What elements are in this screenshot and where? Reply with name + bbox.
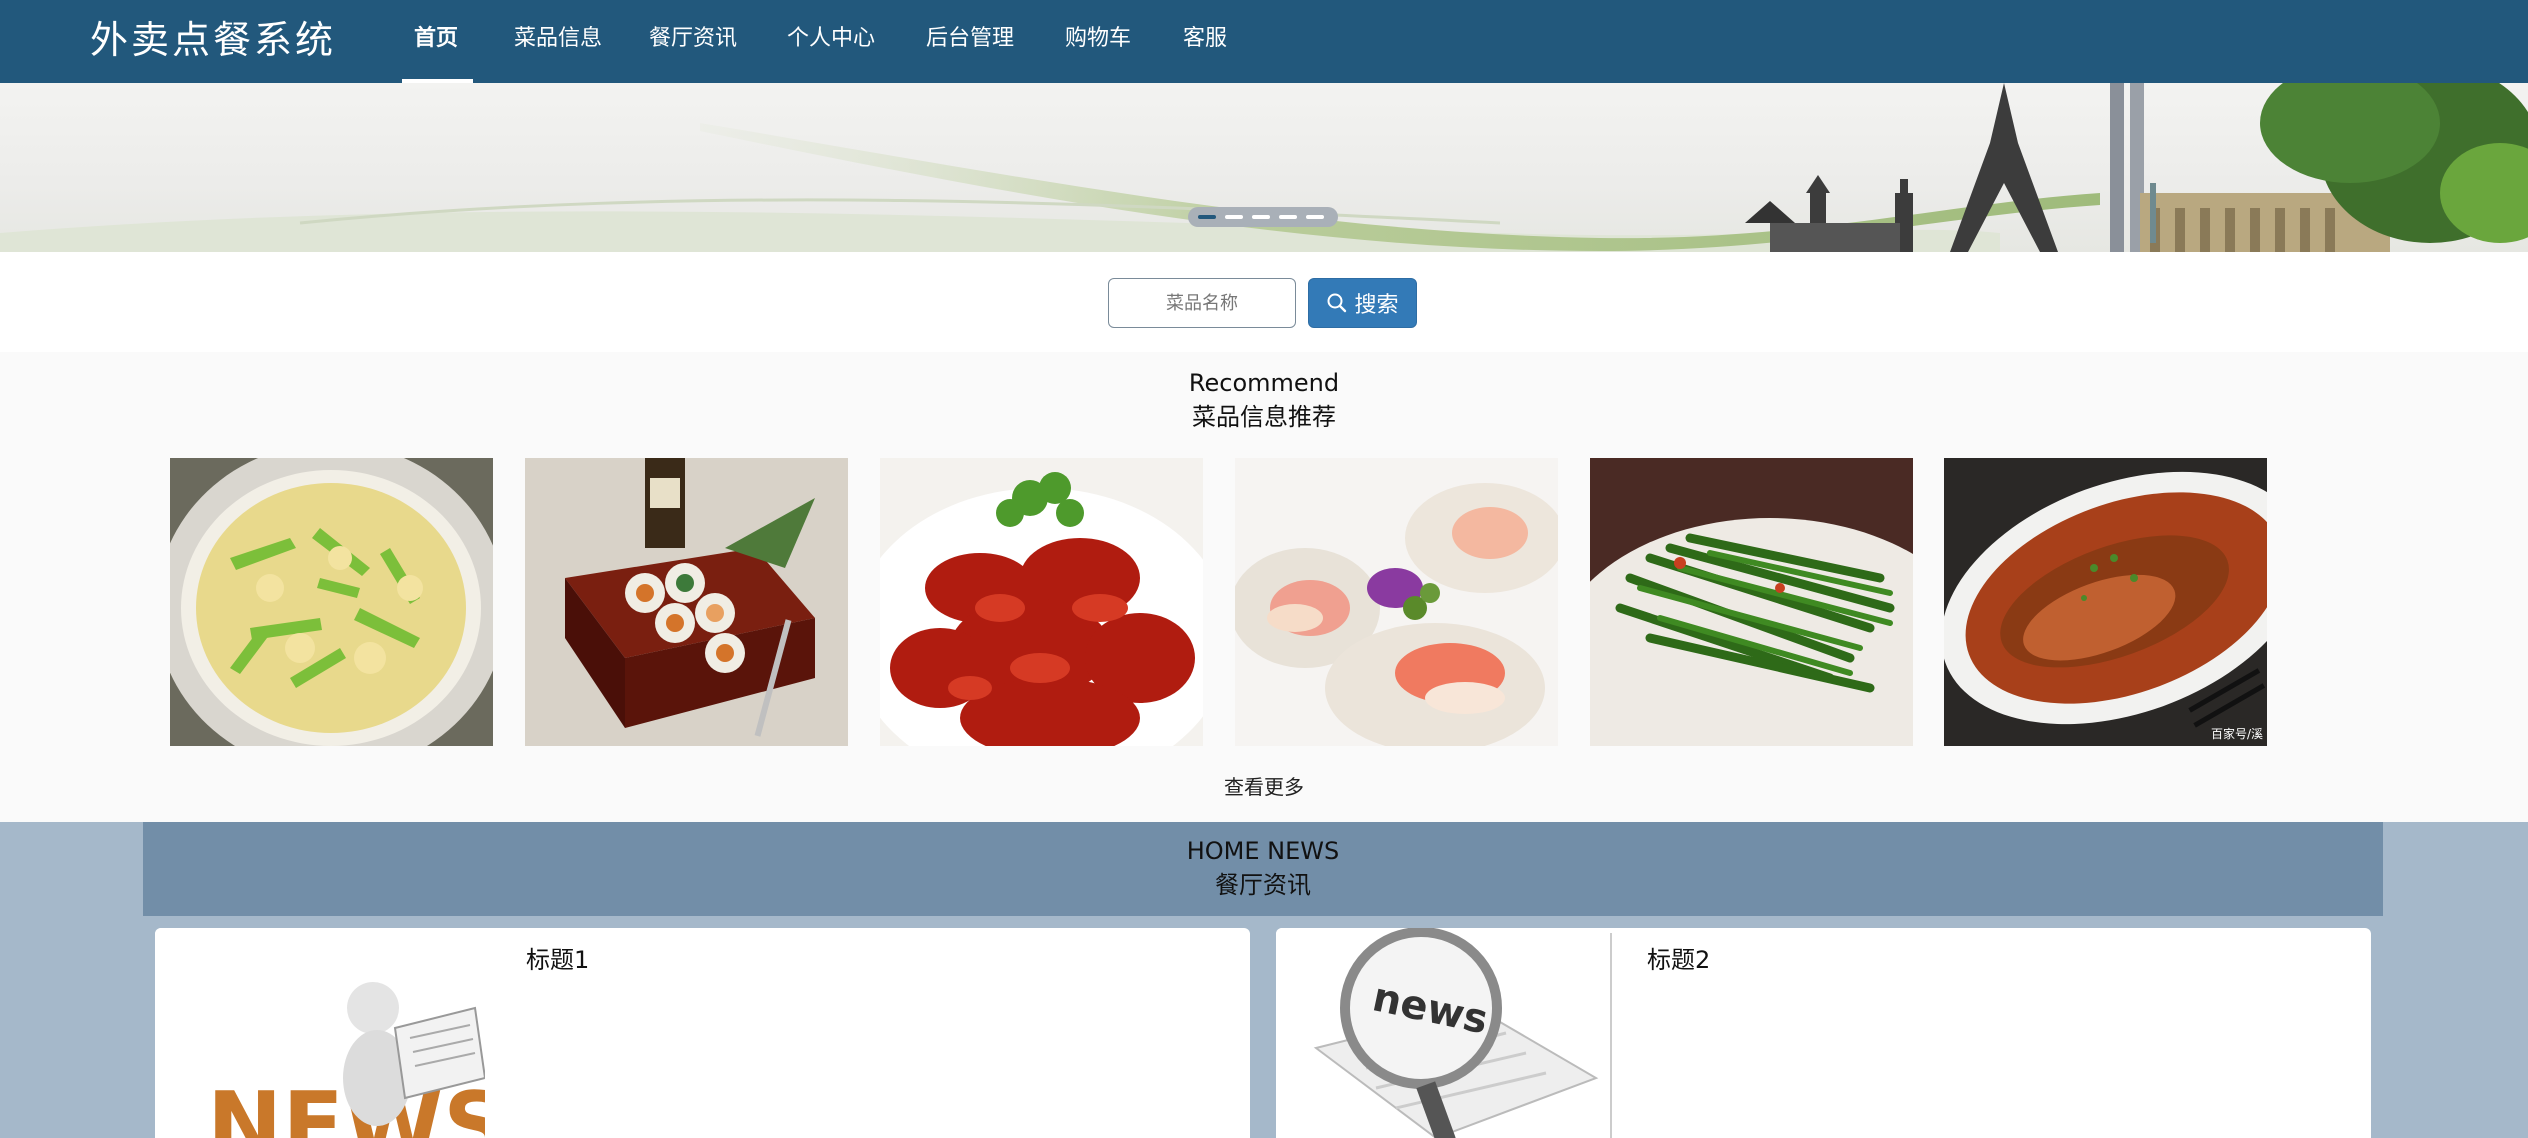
nav-personal-center[interactable]: 个人中心 (787, 22, 875, 56)
nav-dishes[interactable]: 菜品信息 (514, 22, 602, 56)
nav-customer-service[interactable]: 客服 (1183, 22, 1227, 56)
nav-cart[interactable]: 购物车 (1065, 22, 1131, 56)
banner-carousel[interactable] (0, 83, 2528, 252)
dish-name-search-input[interactable] (1108, 278, 1296, 328)
news-card-2[interactable]: news 标题2 (1276, 928, 2371, 1138)
dish-card-6[interactable]: 百家号/溪 (1944, 458, 2267, 746)
nav-restaurant-news[interactable]: 餐厅资讯 (649, 22, 737, 56)
recommend-title-en: Recommend (1188, 369, 1340, 397)
news-header: HOME NEWS 餐厅资讯 (143, 822, 2383, 916)
dish-image-sushi (525, 458, 848, 746)
carousel-dot-5[interactable] (1306, 215, 1324, 219)
dish-card-4[interactable] (1235, 458, 1558, 746)
top-navbar: 外卖点餐系统 首页 菜品信息 餐厅资讯 个人中心 后台管理 购物车 客服 (0, 0, 2528, 83)
news-title-cn: 餐厅资讯 (1215, 871, 1311, 899)
dish-card-3[interactable] (880, 458, 1203, 746)
view-more-link[interactable]: 查看更多 (1164, 772, 1364, 802)
site-brand[interactable]: 外卖点餐系统 (90, 16, 336, 64)
dish-card-2[interactable] (525, 458, 848, 746)
carousel-indicators (1188, 207, 1338, 227)
nav-admin[interactable]: 后台管理 (926, 22, 1014, 56)
dish-image-greens (1590, 458, 1913, 746)
image-watermark: 百家号/溪 (2210, 727, 2263, 741)
dish-image-scallops (1235, 458, 1558, 746)
search-button[interactable]: 搜索 (1308, 278, 1417, 328)
dish-image-crayfish (880, 458, 1203, 746)
news-image-reader: NEWS (155, 928, 485, 1138)
news-image-magnifier: news (1276, 928, 1616, 1138)
carousel-dot-3[interactable] (1252, 215, 1270, 219)
dish-image-braised-fish (1944, 458, 2267, 746)
dish-card-1[interactable] (170, 458, 493, 746)
recommend-title-cn: 菜品信息推荐 (1192, 403, 1336, 431)
carousel-dot-1[interactable] (1198, 215, 1216, 219)
dish-card-5[interactable] (1590, 458, 1913, 746)
news-card-2-title: 标题2 (1647, 946, 1711, 974)
dish-image-egg-pepper (170, 458, 493, 746)
news-card-1[interactable]: NEWS 标题1 (155, 928, 1250, 1138)
nav-home[interactable]: 首页 (414, 22, 458, 56)
carousel-dot-2[interactable] (1225, 215, 1243, 219)
news-title-en: HOME NEWS (1186, 837, 1340, 865)
search-icon (1327, 293, 1347, 313)
search-button-label: 搜索 (1354, 293, 1399, 318)
news-card-1-title: 标题1 (526, 946, 590, 974)
carousel-dot-4[interactable] (1279, 215, 1297, 219)
